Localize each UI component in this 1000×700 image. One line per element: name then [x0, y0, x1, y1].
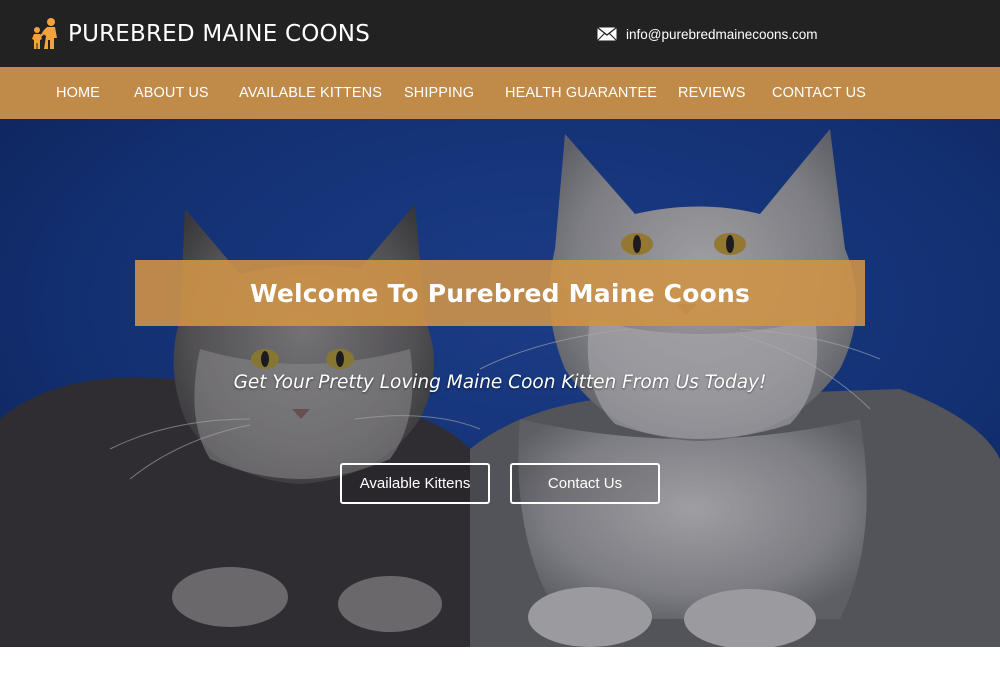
email-address: info@purebredmainecoons.com	[626, 26, 818, 42]
nav-contact-us[interactable]: CONTACT US	[772, 67, 866, 119]
page-content-area	[0, 647, 1000, 700]
hero-title: Welcome To Purebred Maine Coons	[249, 278, 751, 308]
site-logo[interactable]: PUREBRED MAINE COONS	[28, 14, 370, 54]
nav-shipping[interactable]: SHIPPING	[404, 67, 474, 119]
hero-section: Welcome To Purebred Maine Coons Get Your…	[0, 119, 1000, 647]
contact-us-button[interactable]: Contact Us	[510, 463, 660, 504]
main-nav: HOME ABOUT US AVAILABLE KITTENS SHIPPING…	[0, 67, 1000, 119]
logo-text: PUREBRED MAINE COONS	[68, 20, 371, 47]
top-bar: PUREBRED MAINE COONS info@purebredmainec…	[0, 0, 1000, 67]
nav-health-guarantee[interactable]: HEALTH GUARANTEE	[505, 67, 657, 119]
nav-available-kittens[interactable]: AVAILABLE KITTENS	[239, 67, 382, 119]
nav-reviews[interactable]: REVIEWS	[678, 67, 746, 119]
envelope-icon	[597, 27, 617, 41]
nav-home[interactable]: HOME	[56, 67, 100, 119]
email-link[interactable]: info@purebredmainecoons.com	[597, 24, 818, 44]
nav-about-us[interactable]: ABOUT US	[134, 67, 209, 119]
welcome-banner: Welcome To Purebred Maine Coons	[135, 260, 865, 326]
woman-with-child-icon	[32, 18, 57, 49]
available-kittens-button[interactable]: Available Kittens	[340, 463, 490, 504]
hero-tagline: Get Your Pretty Loving Maine Coon Kitten…	[233, 372, 767, 393]
